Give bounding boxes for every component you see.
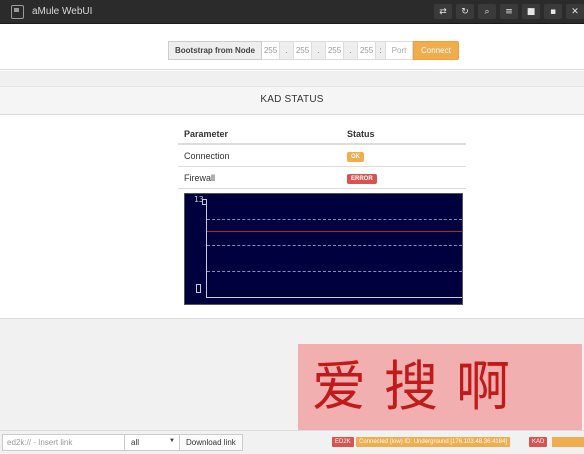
ip-octet-4-input[interactable]: 255 [358,41,376,60]
ed2k-status-badge: ED2K [332,437,354,447]
refresh-icon[interactable]: ↻ [456,4,474,19]
status-badge: ERROR [347,173,377,184]
download-link-button[interactable]: Download link [180,434,243,451]
ip-separator: . [280,41,294,60]
graph-min-marker [196,284,201,293]
kad-status-table: Parameter Status Connection OK Firewall … [178,124,466,189]
graph-data-line [207,231,462,232]
watermark: 爱搜啊 [298,344,582,430]
parameter-connection: Connection [184,150,230,161]
table-row: Connection OK [178,145,466,167]
page-title: KAD STATUS [260,94,324,105]
app-brand[interactable]: aMule WebUI [10,3,92,19]
category-select[interactable]: all ▼ [125,434,180,451]
separator-band [0,71,584,87]
table-header-row: Parameter Status [178,124,466,145]
watermark-text: 爱搜啊 [312,355,528,418]
parameter-firewall: Firewall [184,172,216,183]
navbar-actions: ⇄ ↻ ⌕ ≡ ■ ▪ ✕ [434,4,584,19]
connection-status-badge: Connected (low) ID: Underground [176.103… [356,437,511,447]
bootstrap-form: Bootstrap from Node 255 . 255 . 255 . 25… [168,41,459,60]
port-separator: : [376,41,386,60]
search-icon[interactable]: ⌕ [478,4,496,19]
footer-bar: all ▼ Download link ED2K Connected (low)… [0,430,584,454]
close-icon[interactable]: ✕ [566,4,584,19]
ip-octet-1-input[interactable]: 255 [262,41,280,60]
ip-octet-2-input[interactable]: 255 [294,41,312,60]
ed2k-link-input[interactable] [2,434,125,451]
table-row: Firewall ERROR [178,167,466,189]
amule-logo-icon [10,3,24,19]
graph-gridline [207,245,462,246]
kad-status-header: KAD STATUS [0,87,584,115]
ip-separator: . [312,41,326,60]
kad-nodes-graph: 13 [184,193,463,305]
app-title: aMule WebUI [32,5,93,17]
extra-status-badge [552,437,584,447]
graph-gridline [207,219,462,220]
chart-icon[interactable]: ▪ [544,4,562,19]
graph-x-axis [206,297,462,298]
settings-icon[interactable]: ■ [522,4,540,19]
column-header-status: Status [347,128,375,139]
menu-icon[interactable]: ≡ [500,4,518,19]
connect-button[interactable]: Connect [413,41,459,60]
top-navbar: aMule WebUI ⇄ ↻ ⌕ ≡ ■ ▪ ✕ [0,0,584,24]
port-input[interactable]: Port [386,41,413,60]
bootstrap-bar: Bootstrap from Node 255 . 255 . 255 . 25… [0,30,584,70]
swap-icon[interactable]: ⇄ [434,4,452,19]
column-header-parameter: Parameter [184,128,229,139]
category-selected-value: all [131,438,140,447]
graph-gridline [207,271,462,272]
bootstrap-label: Bootstrap from Node [168,41,262,60]
ip-octet-3-input[interactable]: 255 [326,41,344,60]
status-badge: OK [347,151,364,162]
kad-status-badge: KAD [529,437,548,447]
ip-separator: . [344,41,358,60]
chevron-down-icon: ▼ [169,438,175,444]
